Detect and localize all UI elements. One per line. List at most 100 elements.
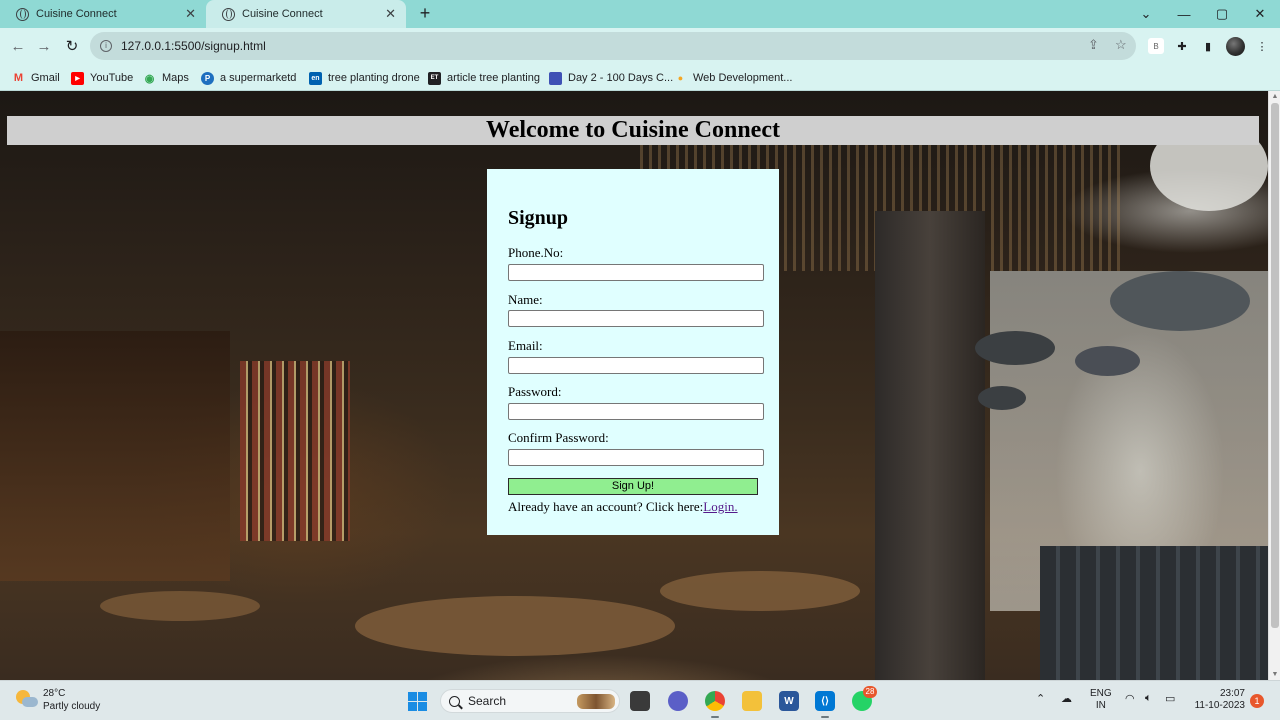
teams-chat-icon[interactable]	[668, 691, 688, 711]
battery-icon[interactable]: ▭	[1165, 692, 1175, 705]
en-site-icon: en	[309, 71, 322, 85]
file-explorer-icon[interactable]	[742, 691, 762, 711]
show-hidden-icons-icon[interactable]: ⌃	[1036, 692, 1045, 705]
name-input[interactable]	[508, 310, 764, 327]
maximize-button[interactable]: ▢	[1203, 0, 1241, 28]
login-link[interactable]: Login.	[703, 499, 737, 514]
bookmark-100-days[interactable]: Day 2 - 100 Days C...	[549, 68, 673, 88]
bookmark-label: YouTube	[90, 72, 134, 84]
vscode-icon[interactable]: ⟨⟩	[815, 691, 835, 718]
wifi-icon[interactable]: ◠	[1125, 692, 1135, 705]
region-code: IN	[1095, 700, 1106, 711]
password-label: Password:	[508, 384, 562, 399]
tab-search-dropdown-icon[interactable]: ⌄	[1127, 0, 1165, 28]
weather-temperature[interactable]: 28°C	[43, 688, 65, 699]
menu-kebab-icon[interactable]: ⋮	[1254, 38, 1270, 54]
whatsapp-badge: 28	[863, 686, 877, 698]
site-info-icon[interactable]: i	[100, 40, 112, 52]
browser-toolbar: ← → ↻ i 127.0.0.1:5500/signup.html ⇪ ☆ B…	[0, 28, 1280, 64]
signup-button[interactable]: Sign Up!	[508, 478, 758, 495]
taskbar-search-box[interactable]: Search	[440, 689, 620, 713]
signup-title: Signup	[508, 207, 569, 229]
tab-title: Cuisine Connect	[242, 8, 323, 20]
bookmark-label: a supermarketd	[220, 72, 297, 84]
address-bar[interactable]: i 127.0.0.1:5500/signup.html	[90, 32, 1136, 60]
bookmark-label: Maps	[162, 72, 189, 84]
email-input[interactable]	[508, 357, 764, 374]
chrome-icon[interactable]	[705, 691, 725, 718]
clock-time: 23:07	[1219, 688, 1245, 699]
globe-icon	[222, 7, 235, 21]
page-scrollbar[interactable]: ▲ ▼	[1268, 91, 1280, 680]
email-label: Email:	[508, 338, 543, 353]
bookmark-tree-planting-drone[interactable]: en tree planting drone	[309, 68, 420, 88]
new-tab-button[interactable]: +	[414, 3, 436, 24]
bookmark-label: tree planting drone	[328, 72, 420, 84]
search-label: Search	[468, 694, 507, 708]
signup-form-card: Signup Phone.No: Name: Email: Password: …	[487, 169, 779, 535]
scrollbar-thumb[interactable]	[1271, 103, 1279, 628]
globe-icon	[16, 7, 29, 21]
tab-title: Cuisine Connect	[36, 8, 117, 20]
bookmark-article-tree-planting[interactable]: ET article tree planting	[428, 68, 540, 88]
search-icon	[449, 695, 460, 707]
bookmark-label: Day 2 - 100 Days C...	[568, 72, 674, 84]
weather-condition[interactable]: Partly cloudy	[43, 701, 100, 712]
confirm-password-label: Confirm Password:	[508, 430, 609, 445]
word-icon[interactable]: W	[779, 691, 799, 711]
partly-cloudy-icon[interactable]	[16, 690, 38, 710]
task-view-icon[interactable]	[630, 691, 650, 711]
bookmarks-bar: M Gmail ▶ YouTube ◉ Maps P a supermarket…	[0, 64, 1280, 91]
search-highlight-image	[577, 694, 615, 709]
gmail-icon: M	[13, 72, 24, 84]
extensions-puzzle-icon[interactable]: ✚	[1174, 38, 1190, 54]
clock-date: 11-10-2023	[1194, 700, 1245, 711]
bookmark-star-icon[interactable]: ☆	[1115, 37, 1127, 53]
phone-label: Phone.No:	[508, 245, 564, 260]
close-tab-icon[interactable]: ✕	[385, 6, 396, 22]
tab-cuisine-connect-1[interactable]: Cuisine Connect ✕	[0, 0, 206, 28]
profile-avatar[interactable]	[1226, 37, 1245, 56]
bookmark-label: article tree planting	[447, 72, 540, 84]
bookmark-supermarketd[interactable]: P a supermarketd	[201, 68, 296, 88]
volume-icon[interactable]: 🔈︎	[1145, 692, 1152, 705]
notification-badge[interactable]: 1	[1250, 694, 1264, 708]
url-text: 127.0.0.1:5500/signup.html	[121, 39, 266, 53]
side-panel-icon[interactable]: ▮	[1200, 38, 1216, 54]
extension-b-icon[interactable]: B	[1148, 38, 1164, 54]
language-indicator[interactable]: ENG IN	[1090, 688, 1112, 712]
tab-strip: Cuisine Connect ✕ Cuisine Connect ✕ + ⌄ …	[0, 0, 1280, 28]
minimize-button[interactable]: —	[1165, 0, 1203, 28]
youtube-icon: ▶	[71, 71, 84, 85]
forward-arrow-icon[interactable]: →	[34, 36, 54, 56]
tab-cuisine-connect-2[interactable]: Cuisine Connect ✕	[206, 0, 406, 28]
name-label: Name:	[508, 292, 543, 307]
bookmark-label: Gmail	[31, 72, 60, 84]
close-window-button[interactable]: ✕	[1241, 0, 1279, 28]
course-site-icon	[549, 71, 562, 85]
bookmark-maps[interactable]: ◉ Maps	[143, 68, 189, 88]
p-site-icon: P	[201, 71, 214, 85]
confirm-password-input[interactable]	[508, 449, 764, 466]
bookmark-gmail[interactable]: M Gmail	[12, 68, 60, 88]
close-tab-icon[interactable]: ✕	[185, 6, 196, 22]
reload-icon[interactable]: ↻	[62, 36, 82, 56]
scroll-down-arrow-icon[interactable]: ▼	[1271, 671, 1279, 678]
share-icon[interactable]: ⇪	[1088, 37, 1099, 53]
page-viewport: Welcome to Cuisine Connect Signup Phone.…	[0, 91, 1268, 680]
bookmark-label: Web Development...	[693, 72, 793, 84]
scroll-up-arrow-icon[interactable]: ▲	[1271, 93, 1279, 100]
back-arrow-icon[interactable]: ←	[8, 36, 28, 56]
login-prompt: Already have an account? Click here:Logi…	[508, 499, 738, 515]
bookmark-youtube[interactable]: ▶ YouTube	[71, 68, 133, 88]
bookmark-web-development[interactable]: ● Web Development...	[674, 68, 793, 88]
welcome-banner: Welcome to Cuisine Connect	[7, 116, 1259, 145]
phone-input[interactable]	[508, 264, 764, 281]
windows-taskbar: 28°C Partly cloudy Search W ⟨⟩ 28 ⌃ ☁ EN…	[0, 680, 1280, 720]
et-site-icon: ET	[428, 71, 441, 85]
onedrive-cloud-icon[interactable]: ☁	[1061, 692, 1072, 705]
windows-start-icon[interactable]	[408, 692, 427, 711]
system-clock[interactable]: 23:07 11-10-2023	[1190, 688, 1245, 712]
password-input[interactable]	[508, 403, 764, 420]
language-code: ENG	[1090, 688, 1112, 699]
